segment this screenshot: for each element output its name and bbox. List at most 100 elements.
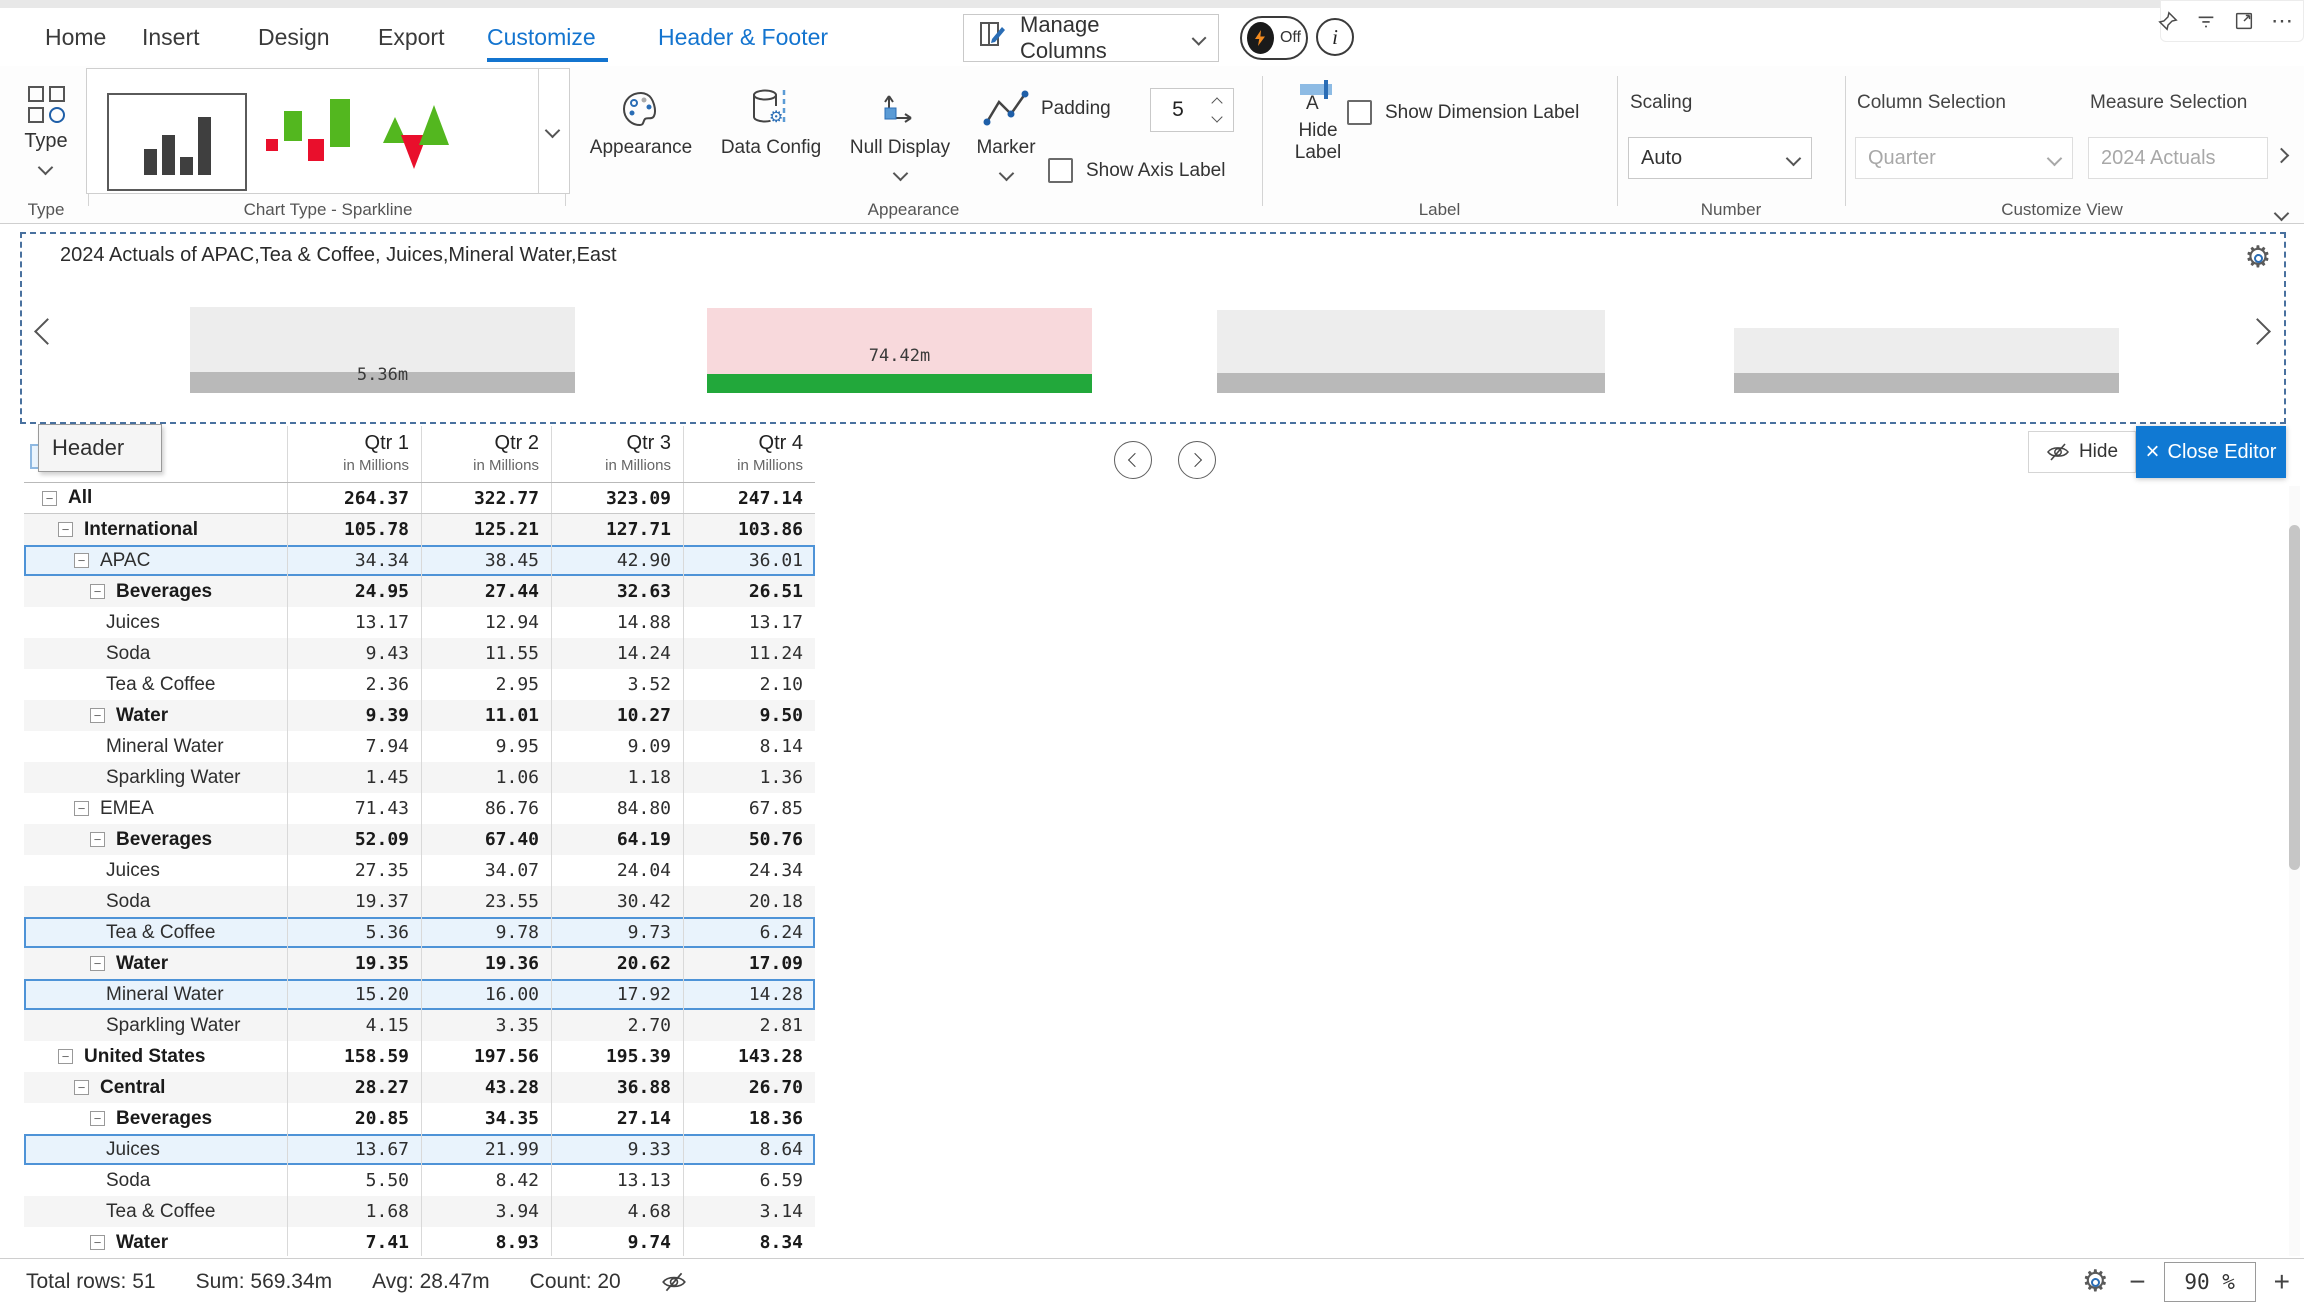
cell-value[interactable]: 30.42 [551, 886, 683, 917]
table-row[interactable]: Beverages20.8534.3527.1418.36 [24, 1103, 815, 1134]
cell-value[interactable]: 84.80 [551, 793, 683, 824]
cell-value[interactable]: 8.93 [421, 1227, 551, 1256]
collapse-icon[interactable] [58, 1049, 73, 1064]
chart-type-triangles[interactable] [383, 105, 493, 175]
cell-value[interactable]: 67.40 [421, 824, 551, 855]
cell-value[interactable]: 7.94 [287, 731, 421, 762]
cell-value[interactable]: 9.09 [551, 731, 683, 762]
cell-value[interactable]: 9.74 [551, 1227, 683, 1256]
table-row[interactable]: Water19.3519.3620.6217.09 [24, 948, 815, 979]
prev-page-button[interactable] [1114, 441, 1152, 479]
cell-value[interactable]: 17.09 [683, 948, 815, 979]
tab-design[interactable]: Design [258, 24, 330, 51]
cell-value[interactable]: 17.92 [551, 979, 683, 1010]
tab-header-footer[interactable]: Header & Footer [658, 24, 828, 51]
cell-value[interactable]: 11.01 [421, 700, 551, 731]
cell-value[interactable]: 2.95 [421, 669, 551, 700]
padding-stepper[interactable]: 5 [1150, 88, 1234, 132]
table-row[interactable]: Water9.3911.0110.279.50 [24, 700, 815, 731]
marker-button[interactable]: Marker [963, 86, 1049, 179]
cell-value[interactable]: 14.88 [551, 607, 683, 638]
cell-value[interactable]: 24.04 [551, 855, 683, 886]
cell-value[interactable]: 103.86 [683, 514, 815, 545]
cell-value[interactable]: 15.20 [287, 979, 421, 1010]
cell-value[interactable]: 323.09 [551, 483, 683, 513]
column-header-qtr4[interactable]: Qtr 4in Millions [683, 426, 815, 482]
eye-off-icon[interactable] [661, 1269, 687, 1295]
cell-value[interactable]: 6.59 [683, 1165, 815, 1196]
cell-value[interactable]: 8.14 [683, 731, 815, 762]
cell-value[interactable]: 127.71 [551, 514, 683, 545]
cell-value[interactable]: 32.63 [551, 576, 683, 607]
table-row[interactable]: Juices13.1712.9414.8813.17 [24, 607, 815, 638]
data-config-button[interactable]: ⚙ Data Config [712, 86, 830, 159]
table-row[interactable]: Juices13.6721.999.338.64 [24, 1134, 815, 1165]
scaling-dropdown[interactable]: Auto [1628, 137, 1812, 179]
gallery-expand-icon[interactable] [545, 123, 561, 139]
cell-value[interactable]: 3.94 [421, 1196, 551, 1227]
cell-value[interactable]: 2.81 [683, 1010, 815, 1041]
cell-value[interactable]: 12.94 [421, 607, 551, 638]
cell-value[interactable]: 71.43 [287, 793, 421, 824]
cell-value[interactable]: 9.33 [551, 1134, 683, 1165]
hide-button[interactable]: Hide [2028, 431, 2136, 473]
cell-value[interactable]: 18.36 [683, 1103, 815, 1134]
cell-value[interactable]: 43.28 [421, 1072, 551, 1103]
cell-value[interactable]: 64.19 [551, 824, 683, 855]
cell-value[interactable]: 11.55 [421, 638, 551, 669]
cell-value[interactable]: 8.64 [683, 1134, 815, 1165]
collapse-icon[interactable] [74, 553, 89, 568]
cell-value[interactable]: 1.18 [551, 762, 683, 793]
table-row[interactable]: Mineral Water7.949.959.098.14 [24, 731, 815, 762]
info-icon[interactable]: i [1316, 18, 1354, 56]
cell-value[interactable]: 20.62 [551, 948, 683, 979]
sparkline-tile[interactable]: 5.36m [190, 307, 575, 393]
cell-value[interactable]: 27.14 [551, 1103, 683, 1134]
cell-value[interactable]: 24.95 [287, 576, 421, 607]
cell-value[interactable]: 125.21 [421, 514, 551, 545]
cell-value[interactable]: 264.37 [287, 483, 421, 513]
cell-value[interactable]: 27.44 [421, 576, 551, 607]
table-row[interactable]: Soda19.3723.5530.4220.18 [24, 886, 815, 917]
cell-value[interactable]: 9.50 [683, 700, 815, 731]
cell-value[interactable]: 1.36 [683, 762, 815, 793]
more-options-icon[interactable]: ⋯ [2271, 9, 2293, 33]
table-row[interactable]: Central28.2743.2836.8826.70 [24, 1072, 815, 1103]
show-dimension-label-checkbox[interactable] [1347, 100, 1372, 125]
cell-value[interactable]: 9.73 [551, 917, 683, 948]
cell-value[interactable]: 9.95 [421, 731, 551, 762]
cell-value[interactable]: 8.34 [683, 1227, 815, 1256]
collapse-icon[interactable] [58, 522, 73, 537]
appearance-button[interactable]: Appearance [582, 86, 700, 159]
table-row[interactable]: APAC34.3438.4542.9036.01 [24, 545, 815, 576]
null-display-button[interactable]: Null Display [838, 86, 962, 179]
table-row[interactable]: Soda9.4311.5514.2411.24 [24, 638, 815, 669]
table-row[interactable]: Mineral Water15.2016.0017.9214.28 [24, 979, 815, 1010]
cell-value[interactable]: 10.27 [551, 700, 683, 731]
table-row[interactable]: Tea & Coffee5.369.789.736.24 [24, 917, 815, 948]
cell-value[interactable]: 3.35 [421, 1010, 551, 1041]
cell-value[interactable]: 34.35 [421, 1103, 551, 1134]
collapse-icon[interactable] [90, 584, 105, 599]
sparkline-tile-selected[interactable]: 74.42m [707, 308, 1092, 393]
table-row[interactable]: Sparkling Water1.451.061.181.36 [24, 762, 815, 793]
cell-value[interactable]: 1.68 [287, 1196, 421, 1227]
collapse-icon[interactable] [90, 1235, 105, 1250]
hide-label-button[interactable]: A Hide Label [1282, 82, 1354, 164]
collapse-icon[interactable] [90, 708, 105, 723]
pin-icon[interactable] [2157, 9, 2179, 33]
table-row[interactable]: Sparkling Water4.153.352.702.81 [24, 1010, 815, 1041]
cell-value[interactable]: 19.35 [287, 948, 421, 979]
ribbon-scroll-right-icon[interactable] [2274, 148, 2290, 164]
table-row[interactable]: Beverages52.0967.4064.1950.76 [24, 824, 815, 855]
cell-value[interactable]: 9.39 [287, 700, 421, 731]
filter-icon[interactable] [2195, 9, 2217, 33]
ribbon-collapse-icon[interactable] [2274, 206, 2290, 222]
table-row[interactable]: Tea & Coffee1.683.944.683.14 [24, 1196, 815, 1227]
cell-value[interactable]: 27.35 [287, 855, 421, 886]
cell-value[interactable]: 11.24 [683, 638, 815, 669]
table-row[interactable]: All264.37322.77323.09247.14 [24, 483, 815, 514]
ai-toggle[interactable]: Off [1240, 16, 1308, 60]
manage-columns-button[interactable]: Manage Columns [963, 14, 1219, 62]
stepper-down-icon[interactable] [1211, 111, 1222, 122]
